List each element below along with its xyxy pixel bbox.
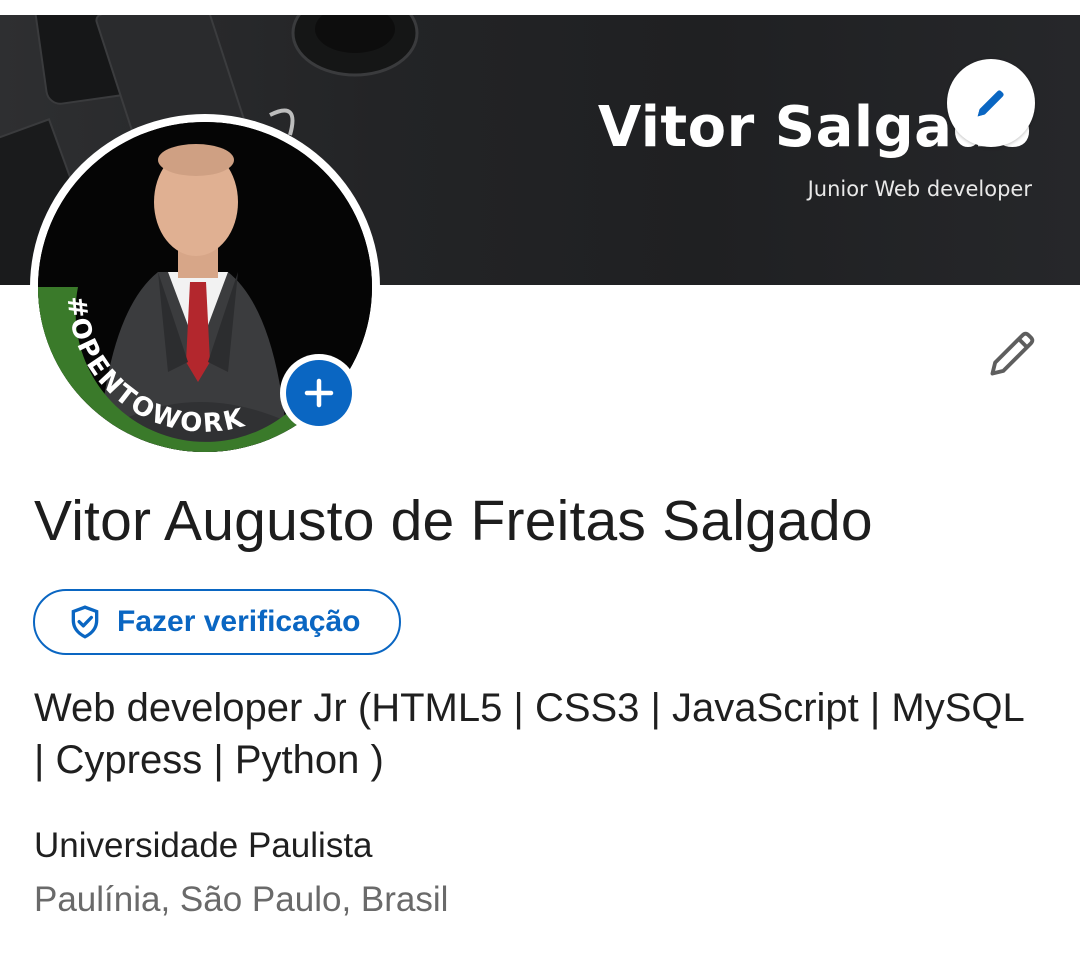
top-strip bbox=[0, 0, 1080, 15]
profile-education[interactable]: Universidade Paulista bbox=[34, 826, 373, 866]
profile-location: Paulínia, São Paulo, Brasil bbox=[34, 880, 449, 919]
edit-profile-button[interactable] bbox=[982, 322, 1044, 384]
edit-cover-button[interactable] bbox=[947, 59, 1035, 147]
shield-check-icon bbox=[71, 605, 99, 639]
profile-name: Vitor Augusto de Freitas Salgado bbox=[34, 489, 873, 553]
verify-button[interactable]: Fazer verificação bbox=[33, 589, 401, 655]
pencil-icon bbox=[990, 331, 1035, 376]
profile-avatar[interactable]: #OPENTOWORK bbox=[30, 114, 390, 460]
add-photo-button[interactable] bbox=[280, 354, 358, 432]
profile-headline: Web developer Jr (HTML5 | CSS3 | JavaScr… bbox=[34, 686, 1024, 782]
pencil-icon bbox=[977, 90, 1004, 117]
cover-subtitle: Junior Web developer bbox=[807, 177, 1032, 201]
plus-icon bbox=[304, 378, 334, 408]
verify-label: Fazer verificação bbox=[117, 605, 361, 638]
add-photo-circle bbox=[286, 360, 352, 426]
